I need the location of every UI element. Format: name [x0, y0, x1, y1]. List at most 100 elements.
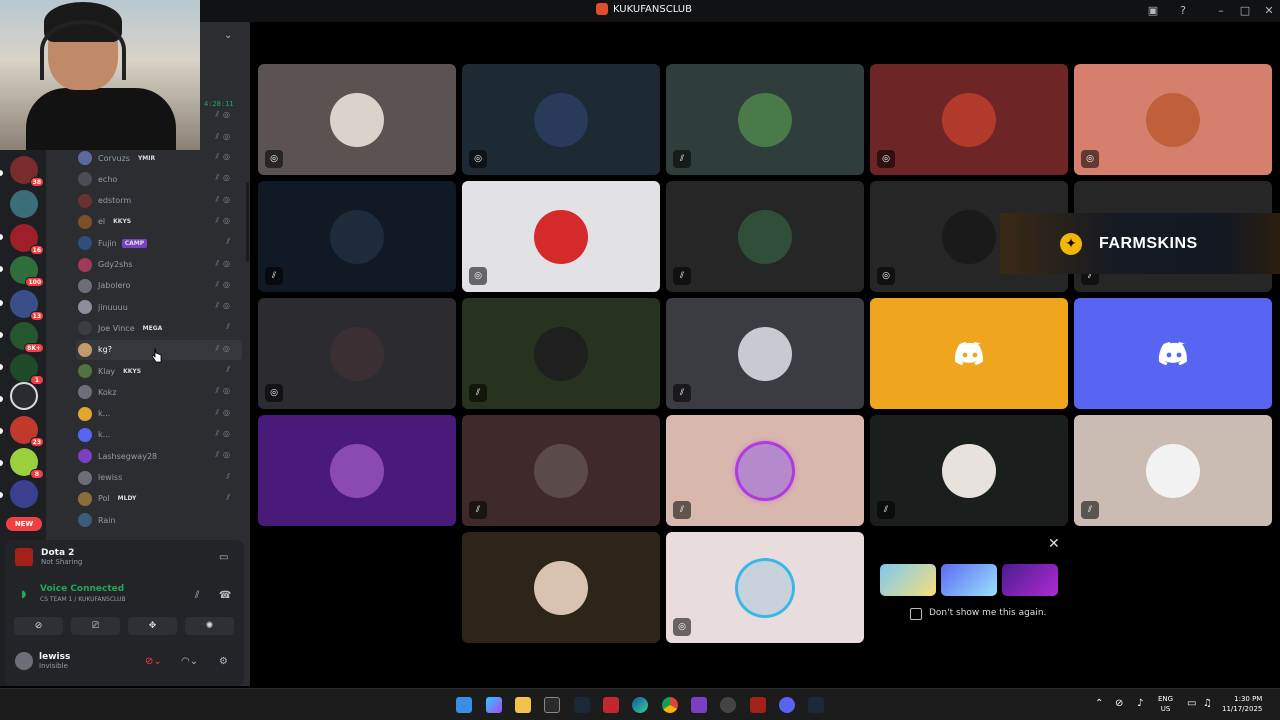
help-icon[interactable]: ?: [1176, 4, 1190, 18]
voice-member[interactable]: Joe Vince MEGA ⫽: [76, 318, 242, 338]
voice-member[interactable]: el KKYS ⫽◎: [76, 212, 242, 232]
voice-member[interactable]: k... ⫽◎: [76, 425, 242, 445]
voice-member[interactable]: jinuuuu ⫽◎: [76, 297, 242, 317]
participant-tile[interactable]: ⫽: [666, 415, 864, 526]
voice-member[interactable]: Kokz ⫽◎: [76, 382, 242, 402]
obs-like-icon[interactable]: [691, 697, 707, 713]
voice-member[interactable]: echo ⫽◎: [76, 169, 242, 189]
participant-tile[interactable]: ◎: [462, 181, 660, 292]
participant-tile[interactable]: [870, 298, 1068, 409]
user-panel: Dota 2 Not Sharing ▭ ◗ Voice Connected C…: [5, 540, 244, 686]
camera-off-button[interactable]: ⊘: [14, 617, 63, 635]
server-icon[interactable]: 100: [10, 256, 44, 287]
server-icon[interactable]: [10, 382, 38, 410]
voice-connection: ◗ Voice Connected CS TEAM 1 / KUKUFANSCL…: [21, 584, 126, 603]
start-icon[interactable]: [456, 697, 472, 713]
chrome-icon[interactable]: [662, 697, 678, 713]
display-icon[interactable]: ▭: [1187, 698, 1196, 709]
voice-member[interactable]: Jabolero ⫽◎: [76, 276, 242, 296]
user-info[interactable]: lewiss Invisible: [15, 652, 70, 670]
voicemeeter-icon[interactable]: [603, 697, 619, 713]
participant-tile[interactable]: ◎: [258, 298, 456, 409]
voice-member[interactable]: Klay KKYS ⫽: [76, 361, 242, 381]
screen-share-icon[interactable]: ▭: [219, 552, 228, 563]
mute-deafen-icon: ⫽◎: [215, 301, 234, 311]
network-off-icon[interactable]: ⊘: [1115, 698, 1123, 709]
voice-member[interactable]: k... ⫽◎: [76, 404, 242, 424]
noise-suppression-icon[interactable]: ⫽: [195, 590, 199, 601]
microphone-icon[interactable]: ♪: [1137, 698, 1143, 709]
voice-member[interactable]: Corvuzs YMIR ⫽◎: [76, 148, 242, 168]
participant-tile[interactable]: ⫽: [666, 181, 864, 292]
mic-muted-icon[interactable]: ⊘⌄: [145, 656, 162, 667]
discord-taskbar-icon[interactable]: [779, 697, 795, 713]
voice-member[interactable]: Lashsegway28 ⫽◎: [76, 446, 242, 466]
participant-tile[interactable]: ◎: [258, 64, 456, 175]
soundboard-button[interactable]: ✺: [185, 617, 234, 635]
headphones-icon[interactable]: ◠⌄: [181, 656, 198, 667]
voice-member[interactable]: Fujin CAMP ⫽: [76, 233, 242, 253]
voice-member[interactable]: Pol MLDY ⫽: [76, 489, 242, 509]
disconnect-icon[interactable]: ☎: [219, 590, 231, 601]
participant-tile[interactable]: [258, 415, 456, 526]
participant-tile[interactable]: ◎: [462, 64, 660, 175]
server-icon[interactable]: 13: [10, 290, 44, 321]
maximize-icon[interactable]: □: [1238, 4, 1252, 18]
sketch-activity-image[interactable]: [941, 564, 997, 596]
participant-tile[interactable]: [462, 532, 660, 643]
app-icon[interactable]: [720, 697, 736, 713]
voice-member[interactable]: Gdy2shs ⫽◎: [76, 255, 242, 275]
server-icon[interactable]: 38: [10, 156, 44, 187]
steam-icon[interactable]: [574, 697, 590, 713]
participant-avatar: [534, 444, 588, 498]
minimize-icon[interactable]: –: [1214, 4, 1228, 18]
close-icon[interactable]: ✕: [1048, 536, 1060, 552]
server-icon[interactable]: 1: [10, 354, 44, 385]
avatar: [78, 172, 92, 187]
voice-member[interactable]: edstorm ⫽◎: [76, 191, 242, 211]
sudoku-activity-image[interactable]: [880, 564, 936, 596]
share-screen-button[interactable]: ⎚: [71, 617, 120, 635]
chevron-up-icon[interactable]: ⌃: [1095, 698, 1103, 709]
ad-banner[interactable]: ✦ FARMSKINS: [1000, 213, 1280, 274]
participant-tile[interactable]: ◎: [1074, 64, 1272, 175]
participant-tile[interactable]: [1074, 298, 1272, 409]
voice-member[interactable]: Rain: [76, 510, 242, 530]
participant-tile[interactable]: ⫽: [666, 298, 864, 409]
inbox-icon[interactable]: ▣: [1146, 4, 1160, 18]
steam-taskbar-icon[interactable]: [808, 697, 824, 713]
volume-icon[interactable]: ♫: [1203, 698, 1212, 709]
voice-member[interactable]: lewiss ⫽: [76, 468, 242, 488]
file-explorer-icon[interactable]: [515, 697, 531, 713]
participant-tile[interactable]: ⫽: [666, 64, 864, 175]
server-icon[interactable]: 8K+: [10, 322, 44, 353]
participant-tile[interactable]: ⫽: [870, 415, 1068, 526]
participant-tile[interactable]: ⫽: [1074, 415, 1272, 526]
server-icon[interactable]: 23: [10, 416, 44, 447]
activities-button[interactable]: ✥: [128, 617, 177, 635]
clock[interactable]: 1:30 PM 11/17/2025: [1222, 694, 1262, 714]
death-activity-image[interactable]: [1002, 564, 1058, 596]
store-icon[interactable]: [544, 697, 560, 713]
participant-tile[interactable]: ◎: [666, 532, 864, 643]
server-icon[interactable]: 8: [10, 448, 44, 479]
muted-mic-icon: ⫽: [673, 384, 691, 402]
dota-taskbar-icon[interactable]: [750, 697, 766, 713]
copilot-icon[interactable]: [486, 697, 502, 713]
activity-card[interactable]: Dota 2 Not Sharing: [15, 548, 82, 566]
language-indicator[interactable]: ENG US: [1158, 694, 1173, 714]
participant-tile[interactable]: ⫽: [462, 415, 660, 526]
scrollbar[interactable]: [246, 182, 249, 262]
chevron-down-icon[interactable]: ⌄: [224, 30, 232, 41]
participant-tile[interactable]: ◎: [870, 64, 1068, 175]
settings-gear-icon[interactable]: ⚙: [219, 656, 228, 667]
close-window-icon[interactable]: ✕: [1262, 4, 1276, 18]
edge-icon[interactable]: [632, 697, 648, 713]
server-icon[interactable]: 16: [10, 224, 44, 255]
server-icon[interactable]: [10, 480, 38, 508]
dont-show-checkbox[interactable]: [910, 608, 922, 620]
new-servers-badge[interactable]: NEW: [6, 517, 42, 531]
participant-tile[interactable]: ⫽: [462, 298, 660, 409]
server-icon[interactable]: [10, 190, 38, 218]
participant-tile[interactable]: ⫽: [258, 181, 456, 292]
